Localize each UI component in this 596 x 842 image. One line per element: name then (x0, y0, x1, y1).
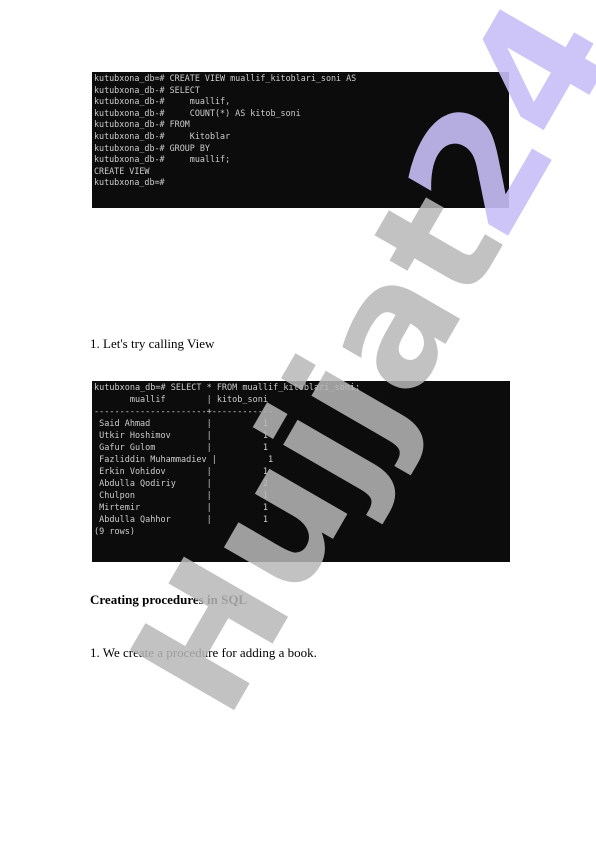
terminal-line: Utkir Hoshimov | 1 (94, 431, 268, 441)
terminal-line: CREATE VIEW (94, 165, 150, 176)
terminal-line: kutubxona_db-# GROUP BY (94, 142, 210, 153)
terminal-line: Said Ahmad | 1 (94, 419, 268, 429)
terminal-line: Erkin Vohidov | 1 (94, 467, 268, 477)
terminal-line: muallif | kitob_soni (94, 395, 268, 405)
terminal-line: kutubxona_db-# muallif, (94, 96, 231, 107)
terminal-line: kutubxona_db-# COUNT(*) AS kitob_soni (94, 107, 301, 118)
terminal-screenshot-create-view: kutubxona_db=# CREATE VIEW muallif_kitob… (92, 72, 509, 208)
terminal-line: kutubxona_db=# SELECT * FROM muallif_kit… (94, 383, 361, 393)
paragraph-create-procedure: 1. We create a procedure for adding a bo… (90, 645, 317, 660)
terminal-line: kutubxona_db-# FROM (94, 119, 190, 130)
terminal-line: kutubxona_db-# Kitoblar (94, 130, 231, 141)
terminal-line: Chulpon | 1 (94, 491, 268, 501)
terminal-screenshot-select-view: kutubxona_db=# SELECT * FROM muallif_kit… (92, 381, 510, 562)
terminal-line: (9 rows) (94, 527, 135, 537)
terminal-line: kutubxona_db-# muallif; (94, 154, 231, 165)
terminal-line: Fazliddin Muhammadiev | 1 (94, 455, 274, 465)
terminal-line: kutubxona_db=# CREATE VIEW muallif_kitob… (94, 73, 357, 83)
section-heading: Creating procedures in SQL (90, 592, 248, 607)
paragraph-call-view: 1. Let's try calling View (90, 336, 215, 351)
terminal-line: Abdulla Qahhor | 1 (94, 515, 268, 525)
terminal-line: kutubxona_db=# (94, 177, 165, 188)
terminal-line: Abdulla Qodiriy | 2 (94, 479, 268, 489)
terminal-line: Mirtemir | 1 (94, 503, 268, 513)
terminal-line: kutubxona_db-# SELECT (94, 84, 200, 95)
terminal-line: ----------------------+------------ (94, 407, 274, 417)
terminal-line: Gafur Gulom | 1 (94, 443, 268, 453)
